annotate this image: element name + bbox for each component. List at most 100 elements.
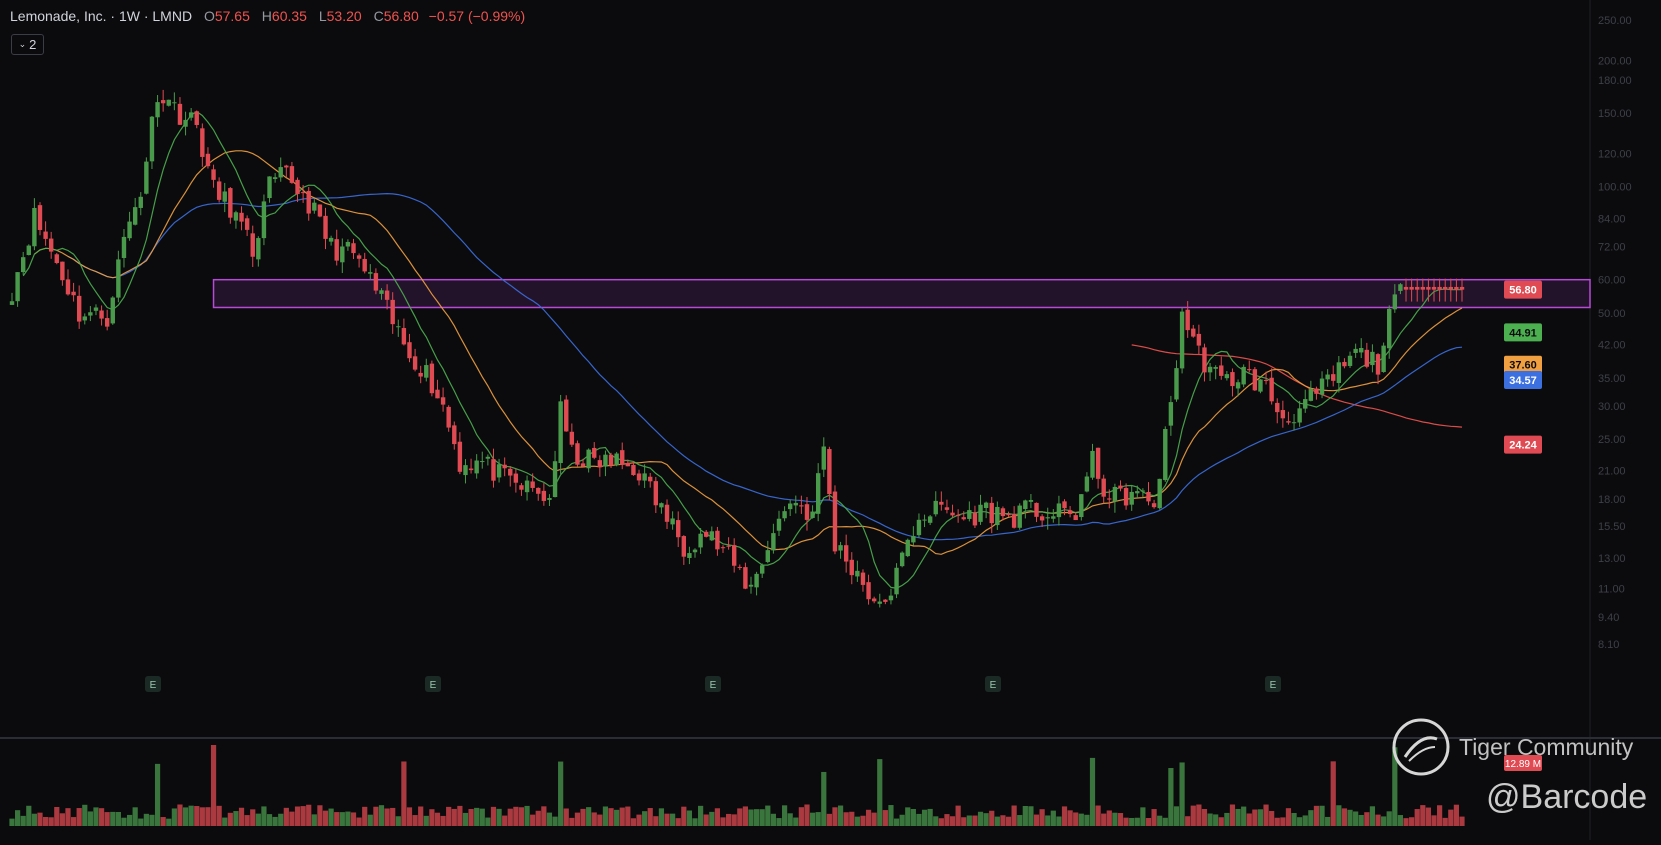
candle-body[interactable] [452,425,457,445]
candle-body[interactable] [284,165,289,168]
candle-body[interactable] [648,476,653,482]
candle-body[interactable] [1084,476,1090,492]
candle-body[interactable] [983,502,989,508]
candle-body[interactable] [429,363,435,394]
candle-body[interactable] [1107,498,1112,500]
candle-body[interactable] [166,99,171,106]
candle-body[interactable] [160,100,166,104]
candle-body[interactable] [267,176,272,199]
candle-body[interactable] [687,553,692,559]
candle-body[interactable] [1062,501,1067,509]
candle-body[interactable] [272,177,278,179]
candle-body[interactable] [88,312,93,316]
candle-body[interactable] [513,473,519,483]
candle-body[interactable] [883,599,888,602]
candle-body[interactable] [379,290,384,294]
candle-body[interactable] [194,111,199,125]
candle-body[interactable] [1051,516,1056,519]
candle-body[interactable] [1314,388,1319,394]
candle-body[interactable] [144,161,149,194]
candle-body[interactable] [222,191,227,202]
candle-body[interactable] [916,519,922,536]
candle-body[interactable] [670,518,675,525]
candle-body[interactable] [104,318,110,327]
candle-body[interactable] [1151,503,1157,508]
candle-body[interactable] [1297,408,1302,423]
candle-body[interactable] [401,328,407,345]
candle-body[interactable] [508,468,513,476]
candle-body[interactable] [536,487,541,494]
candle-body[interactable] [1196,333,1202,346]
candle-body[interactable] [1118,485,1123,489]
candle-body[interactable] [1157,478,1162,509]
candle-body[interactable] [832,491,838,552]
candle-body[interactable] [1319,378,1325,395]
candle-body[interactable] [407,342,412,359]
candle-body[interactable] [737,566,742,568]
candle-body[interactable] [580,463,586,467]
candle-body[interactable] [373,273,379,291]
candle-body[interactable] [558,401,563,464]
candle-body[interactable] [765,550,770,562]
candle-body[interactable] [967,510,972,519]
candle-body[interactable] [636,473,642,481]
candle-body[interactable] [843,545,849,562]
candle-body[interactable] [978,504,983,522]
candle-body[interactable] [1090,450,1095,478]
candle-body[interactable] [972,512,978,526]
candle-body[interactable] [93,307,99,311]
candle-body[interactable] [1258,379,1263,392]
candle-body[interactable] [502,464,507,469]
candle-body[interactable] [491,459,496,481]
candle-body[interactable] [732,545,737,566]
candle-body[interactable] [1263,379,1269,381]
candle-body[interactable] [866,582,871,600]
resistance-zone[interactable] [212,278,1591,309]
candle-body[interactable] [569,431,575,445]
candle-body[interactable] [418,372,423,377]
candle-body[interactable] [664,504,670,522]
candle-body[interactable] [1191,328,1196,337]
candle-body[interactable] [211,169,216,180]
candle-body[interactable] [9,301,15,305]
candle-body[interactable] [1280,410,1286,419]
candle-body[interactable] [933,500,938,515]
candle-body[interactable] [1420,286,1426,290]
candle-body[interactable] [295,179,300,195]
candle-body[interactable] [888,595,894,601]
candle-body[interactable] [631,464,636,476]
candle-body[interactable] [541,490,547,501]
candle-body[interactable] [396,326,401,328]
candle-body[interactable] [564,399,569,432]
candle-body[interactable] [468,468,474,471]
candle-body[interactable] [698,533,703,548]
candle-body[interactable] [810,511,815,518]
candle-body[interactable] [1303,399,1308,409]
candle-body[interactable] [496,464,502,478]
candle-body[interactable] [1230,372,1235,387]
candle-body[interactable] [1185,309,1190,331]
candle-body[interactable] [776,518,782,531]
candle-body[interactable] [485,456,491,459]
candle-body[interactable] [351,243,356,254]
candle-body[interactable] [110,297,115,324]
candle-body[interactable] [205,153,211,167]
candle-body[interactable] [457,441,463,472]
candle-body[interactable] [1409,286,1414,290]
candle-body[interactable] [871,598,877,602]
candle-body[interactable] [1179,311,1185,369]
candle-body[interactable] [233,212,239,221]
candle-body[interactable] [530,481,535,488]
candle-body[interactable] [435,389,440,399]
candle-body[interactable] [368,272,373,274]
candle-body[interactable] [1073,515,1078,521]
candle-body[interactable] [317,204,323,217]
candle-body[interactable] [261,201,267,239]
candle-body[interactable] [155,102,160,118]
candle-body[interactable] [306,190,311,214]
candle-body[interactable] [715,530,720,550]
candle-body[interactable] [172,102,177,104]
candle-body[interactable] [709,531,715,541]
candle-body[interactable] [1375,354,1381,375]
candle-body[interactable] [334,239,339,261]
